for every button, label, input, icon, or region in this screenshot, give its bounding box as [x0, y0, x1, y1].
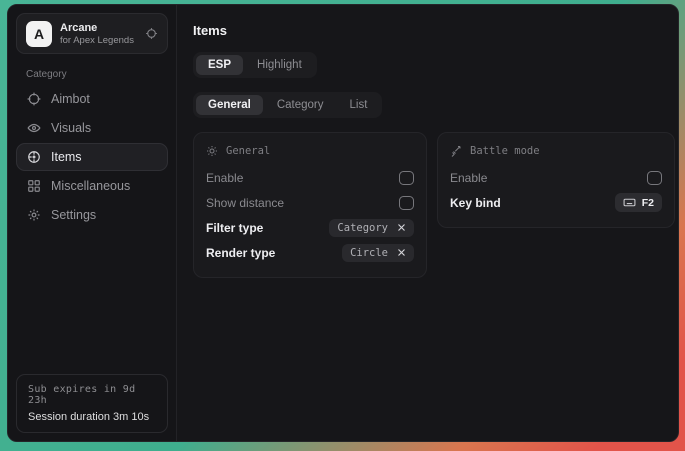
app-logo-card: A Arcane for Apex Legends	[16, 13, 168, 54]
battle-mode-card: Battle mode Enable Key bind	[437, 132, 675, 228]
mode-tabs: ESP Highlight	[193, 52, 317, 78]
tab-esp[interactable]: ESP	[196, 55, 243, 75]
scope-icon	[145, 27, 158, 40]
general-card: General Enable Show distance Filter type…	[193, 132, 427, 278]
sidebar: A Arcane for Apex Legends Category Aimbo…	[8, 5, 177, 441]
sidebar-item-settings[interactable]: Settings	[16, 201, 168, 229]
setting-label: Render type	[206, 246, 275, 260]
page-title: Items	[193, 23, 675, 38]
target-icon	[27, 150, 41, 164]
sidebar-item-aimbot[interactable]: Aimbot	[16, 85, 168, 113]
session-duration-text: Session duration 3m 10s	[28, 411, 156, 423]
render-type-tag[interactable]: Circle	[342, 244, 414, 262]
sidebar-item-label: Visuals	[51, 121, 91, 135]
setting-row-filter-type: Filter type Category	[206, 215, 414, 240]
remove-icon[interactable]	[397, 248, 406, 257]
sword-icon	[450, 145, 462, 157]
tag-value: Category	[337, 222, 388, 234]
sub-expires-text: Sub expires in 9d 23h	[28, 384, 156, 406]
keybind-value: F2	[642, 197, 654, 209]
settings-cards: General Enable Show distance Filter type…	[193, 132, 675, 278]
card-title: General	[226, 145, 270, 157]
sun-icon	[206, 145, 218, 157]
grid-icon	[27, 179, 41, 193]
tab-highlight[interactable]: Highlight	[245, 55, 314, 75]
enable-checkbox[interactable]	[399, 171, 414, 185]
setting-label: Enable	[450, 171, 487, 185]
app-name: Arcane	[60, 22, 134, 34]
setting-label: Filter type	[206, 221, 263, 235]
setting-row-enable: Enable	[450, 165, 662, 190]
eye-icon	[27, 121, 41, 135]
setting-label: Enable	[206, 171, 243, 185]
setting-row-show-distance: Show distance	[206, 190, 414, 215]
card-title: Battle mode	[470, 145, 540, 157]
sidebar-item-miscellaneous[interactable]: Miscellaneous	[16, 172, 168, 200]
tab-list[interactable]: List	[338, 95, 380, 115]
sidebar-item-label: Aimbot	[51, 92, 90, 106]
setting-row-key-bind: Key bind F2	[450, 190, 662, 215]
sidebar-item-visuals[interactable]: Visuals	[16, 114, 168, 142]
tab-category[interactable]: Category	[265, 95, 336, 115]
app-window: A Arcane for Apex Legends Category Aimbo…	[7, 4, 679, 442]
setting-label: Key bind	[450, 196, 501, 210]
show-distance-checkbox[interactable]	[399, 196, 414, 210]
battle-enable-checkbox[interactable]	[647, 171, 662, 185]
filter-type-tag[interactable]: Category	[329, 219, 414, 237]
setting-label: Show distance	[206, 196, 284, 210]
app-subtitle: for Apex Legends	[60, 35, 134, 46]
sidebar-item-items[interactable]: Items	[16, 143, 168, 171]
sidebar-item-label: Items	[51, 150, 82, 164]
tag-value: Circle	[350, 247, 388, 259]
sidebar-item-label: Settings	[51, 208, 96, 222]
subscription-card: Sub expires in 9d 23h Session duration 3…	[16, 374, 168, 433]
app-logo: A	[26, 21, 52, 47]
setting-row-enable: Enable	[206, 165, 414, 190]
main-content: Items ESP Highlight General Category Lis…	[177, 5, 679, 441]
crosshair-icon	[27, 92, 41, 106]
setting-row-render-type: Render type Circle	[206, 240, 414, 265]
keybind-button[interactable]: F2	[615, 193, 662, 212]
sidebar-item-label: Miscellaneous	[51, 179, 130, 193]
keyboard-icon	[623, 196, 636, 209]
sidebar-nav: Aimbot Visuals Items	[16, 85, 168, 229]
sub-tabs: General Category List	[193, 92, 382, 118]
category-label: Category	[26, 69, 158, 80]
remove-icon[interactable]	[397, 223, 406, 232]
gear-icon	[27, 208, 41, 222]
tab-general[interactable]: General	[196, 95, 263, 115]
